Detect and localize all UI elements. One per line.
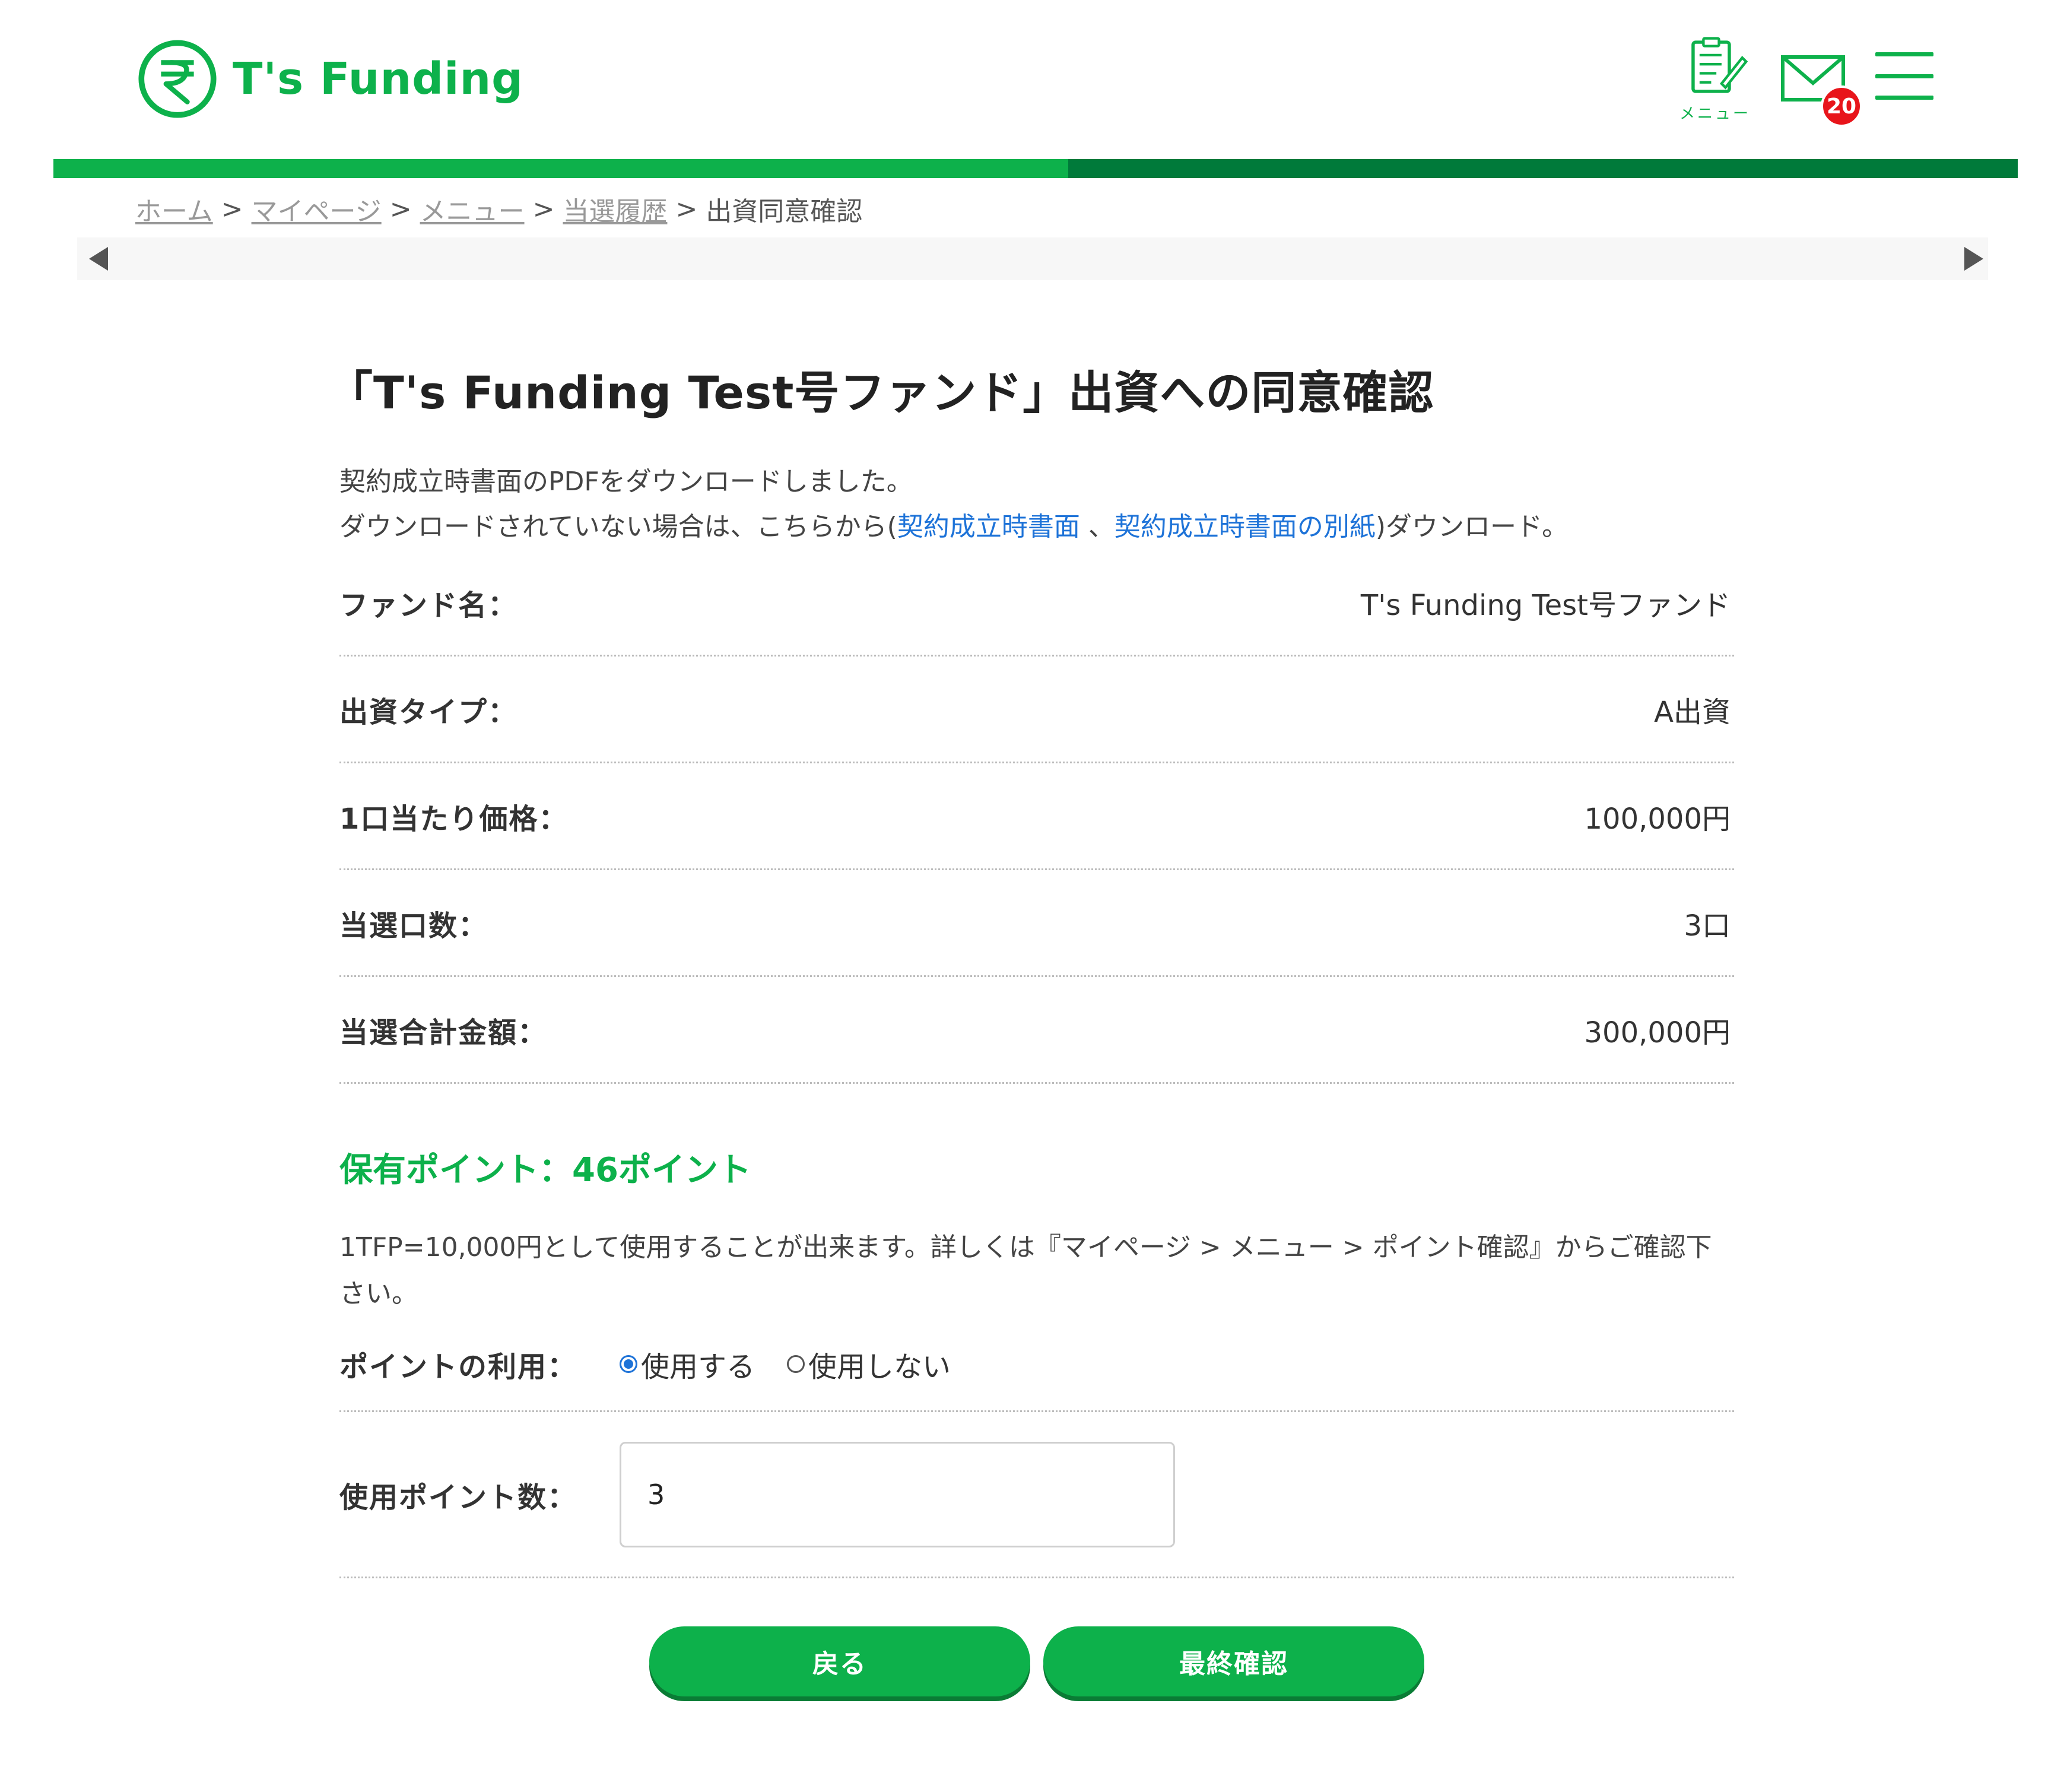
contract-appendix-link[interactable]: 契約成立時書面の別紙 bbox=[1115, 512, 1376, 542]
intro-comma: 、 bbox=[1088, 512, 1115, 542]
fund-details: ファンド名： T's Funding Test号ファンド 出資タイプ： A出資 … bbox=[339, 550, 1734, 1084]
breadcrumb-separator: > bbox=[389, 194, 412, 224]
detail-row-total-amount: 当選合計金額： 300,000円 bbox=[339, 977, 1734, 1084]
radio-label: 使用する bbox=[641, 1350, 755, 1384]
point-usage-row: ポイントの利用： 使用する 使用しない bbox=[339, 1317, 1734, 1412]
radio-dont-use-points[interactable]: 使用しない bbox=[787, 1343, 951, 1385]
points-count-row: 使用ポイント数： 3 bbox=[339, 1412, 1734, 1578]
points-count-label: 使用ポイント数： bbox=[339, 1480, 577, 1514]
divider-dark-segment bbox=[1068, 159, 2018, 178]
detail-value: A出資 bbox=[1654, 695, 1731, 729]
menu-button[interactable]: メニュー bbox=[1674, 34, 1757, 123]
scroll-left-arrow-icon[interactable] bbox=[89, 247, 108, 271]
points-count-input[interactable]: 3 bbox=[620, 1441, 1175, 1547]
hamburger-line bbox=[1875, 74, 1933, 78]
divider-light-segment bbox=[53, 159, 1068, 178]
detail-value: T's Funding Test号ファンド bbox=[1360, 588, 1731, 622]
contract-document-link[interactable]: 契約成立時書面 bbox=[897, 512, 1080, 542]
breadcrumb: ホーム > マイページ > メニュー > 当選履歴 > 出資同意確認 bbox=[135, 190, 862, 228]
clipboard-menu-icon bbox=[1691, 37, 1748, 93]
hamburger-line bbox=[1875, 96, 1933, 100]
breadcrumb-mypage[interactable]: マイページ bbox=[252, 190, 382, 228]
site-logo[interactable]: T's Funding bbox=[136, 38, 523, 120]
hamburger-menu-icon[interactable] bbox=[1875, 52, 1933, 100]
detail-row-unit-price: 1口当たり価格： 100,000円 bbox=[339, 763, 1734, 870]
radio-selected-icon[interactable] bbox=[620, 1355, 637, 1373]
intro-suffix: )ダウンロード。 bbox=[1375, 512, 1568, 542]
detail-row-investment-type: 出資タイプ： A出資 bbox=[339, 656, 1734, 763]
menu-icon-label: メニュー bbox=[1679, 105, 1751, 123]
detail-label: ファンド名： bbox=[339, 588, 518, 622]
mail-button[interactable]: 20 bbox=[1780, 55, 1862, 127]
breadcrumb-separator: > bbox=[532, 194, 555, 224]
breadcrumb-menu[interactable]: メニュー bbox=[420, 190, 525, 228]
radio-unselected-icon[interactable] bbox=[787, 1355, 805, 1373]
breadcrumb-current: 出資同意確認 bbox=[706, 196, 863, 227]
intro-line-2: ダウンロードされていない場合は、こちらから(契約成立時書面 、契約成立時書面の別… bbox=[339, 505, 1734, 550]
points-balance-heading: 保有ポイント：46ポイント bbox=[339, 1151, 751, 1190]
intro-prefix: ダウンロードされていない場合は、こちらから( bbox=[339, 512, 897, 542]
breadcrumb-separator: > bbox=[221, 194, 243, 224]
detail-label: 当選口数： bbox=[339, 909, 488, 943]
detail-value: 300,000円 bbox=[1584, 1016, 1731, 1049]
detail-value: 100,000円 bbox=[1584, 802, 1731, 836]
back-button[interactable]: 戻る bbox=[649, 1626, 1030, 1696]
detail-label: 出資タイプ： bbox=[339, 695, 518, 729]
header-icons: メニュー 20 bbox=[1674, 34, 1933, 127]
rupee-logo-icon bbox=[138, 40, 217, 118]
detail-label: 当選合計金額： bbox=[339, 1016, 548, 1049]
scroll-right-arrow-icon[interactable] bbox=[1964, 247, 1983, 271]
breadcrumb-separator: > bbox=[675, 194, 698, 224]
detail-value: 3口 bbox=[1684, 909, 1731, 943]
intro-line-1: 契約成立時書面のPDFをダウンロードしました。 bbox=[339, 467, 913, 497]
detail-label: 1口当たり価格： bbox=[339, 802, 569, 836]
radio-use-points[interactable]: 使用する bbox=[620, 1343, 755, 1385]
header-divider-bar bbox=[53, 159, 2018, 178]
page-title: 「T's Funding Test号ファンド」出資への同意確認 bbox=[328, 366, 1434, 419]
breadcrumb-winning-history[interactable]: 当選履歴 bbox=[563, 190, 667, 228]
points-usage-note: 1TFP=10,000円として使用することが出来ます。詳しくは『マイページ > … bbox=[339, 1232, 1712, 1309]
download-intro: 契約成立時書面のPDFをダウンロードしました。 ダウンロードされていない場合は、… bbox=[339, 459, 1734, 550]
action-buttons: 戻る 最終確認 bbox=[649, 1626, 1424, 1696]
breadcrumb-scrollbar[interactable] bbox=[77, 237, 1988, 280]
hamburger-line bbox=[1875, 52, 1933, 56]
radio-label: 使用しない bbox=[808, 1350, 951, 1384]
detail-row-units-won: 当選口数： 3口 bbox=[339, 870, 1734, 977]
brand-name: T's Funding bbox=[233, 53, 524, 104]
final-confirm-button[interactable]: 最終確認 bbox=[1043, 1626, 1424, 1696]
unread-count-badge: 20 bbox=[1821, 85, 1862, 127]
main-content: 「T's Funding Test号ファンド」出資への同意確認 契約成立時書面の… bbox=[328, 356, 1734, 1578]
detail-row-fund-name: ファンド名： T's Funding Test号ファンド bbox=[339, 550, 1734, 656]
point-usage-label: ポイントの利用： bbox=[339, 1350, 577, 1384]
breadcrumb-home[interactable]: ホーム bbox=[135, 190, 213, 228]
